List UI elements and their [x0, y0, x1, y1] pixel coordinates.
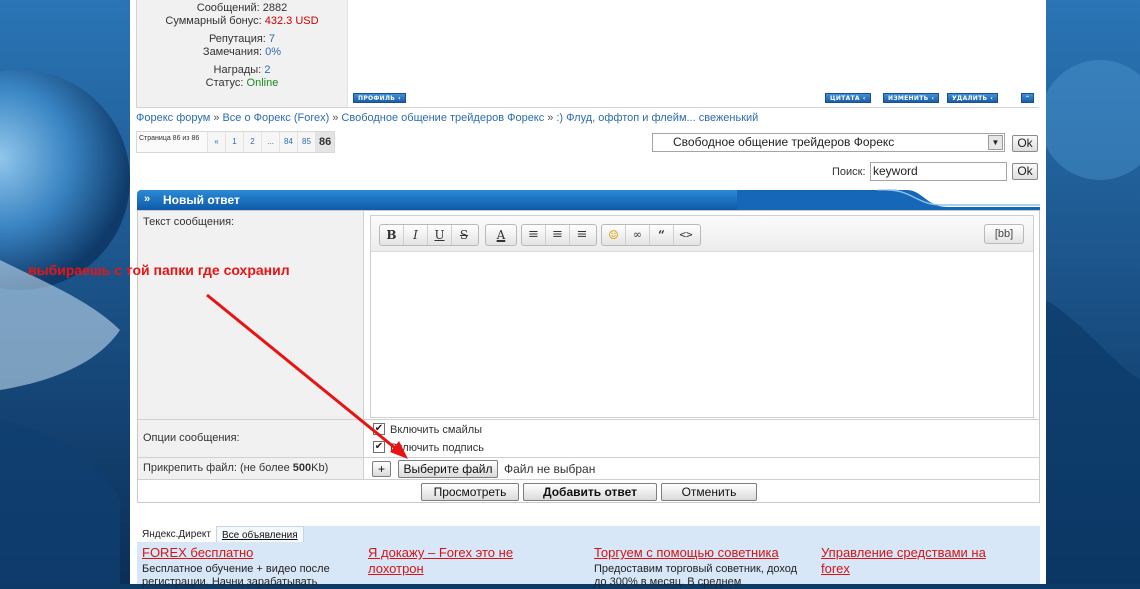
- chevron-down-icon[interactable]: ▼: [988, 135, 1003, 150]
- font-color-icon[interactable]: A: [486, 225, 516, 245]
- scroll-top-icon[interactable]: ⌃: [1021, 93, 1035, 103]
- search-input[interactable]: keyword: [870, 162, 1007, 181]
- awards-line: Награды: 2: [213, 64, 271, 76]
- status-value: Online: [246, 77, 279, 89]
- forum-page: Сообщений: 2882 Суммарный бонус: 432.3 U…: [130, 0, 1046, 588]
- page-current: 86: [315, 132, 335, 152]
- breadcrumb: Форекс форум» Все о Форекс (Forex)» Свобод…: [136, 112, 759, 124]
- quote-button[interactable]: ЦИТАТА ‹: [825, 93, 871, 103]
- delete-button[interactable]: УДАЛИТЬ ‹: [947, 93, 999, 103]
- align-center-icon[interactable]: ≡: [546, 225, 570, 245]
- double-chevron-icon: »: [144, 193, 151, 205]
- breadcrumb-flood-topic[interactable]: :) Флуд, оффтоп и флейм... свеженький: [556, 112, 758, 124]
- messages-count: 2882: [262, 2, 288, 14]
- breadcrumb-free-talk[interactable]: Свободное общение трейдеров Форекс: [341, 112, 544, 124]
- search-label: Поиск:: [832, 166, 866, 178]
- reputation-value[interactable]: 7: [269, 33, 275, 45]
- breadcrumb-about-forex[interactable]: Все о Форекс (Forex): [222, 112, 329, 124]
- link-icon[interactable]: ∞: [626, 225, 650, 245]
- ad-title-link[interactable]: Я докажу – Forex это не лохотрон: [368, 545, 568, 577]
- submit-reply-button[interactable]: Добавить ответ: [523, 483, 657, 501]
- ad-item: FOREX бесплатно Бесплатное обучение + ви…: [142, 545, 357, 589]
- tab-yandex-direct[interactable]: Яндекс.Директ: [137, 526, 216, 542]
- ad-text: Предоставим торговый советник, доход до …: [594, 563, 798, 588]
- ad-item: Я докажу – Forex это не лохотрон: [368, 545, 568, 579]
- tab-all-ads[interactable]: Все объявления: [215, 526, 304, 542]
- ads-tabs: Яндекс.Директ Все объявления: [137, 526, 304, 542]
- message-text-label: Текст сообщения:: [138, 211, 364, 419]
- code-icon[interactable]: <>: [674, 225, 698, 245]
- message-textarea[interactable]: [371, 253, 1033, 417]
- reply-title: Новый ответ: [163, 193, 240, 207]
- align-right-icon[interactable]: ≡: [570, 225, 594, 245]
- breadcrumb-forex-forum[interactable]: Форекс форум: [136, 112, 210, 124]
- post-block: Сообщений: 2882 Суммарный бонус: 432.3 U…: [136, 0, 1039, 108]
- italic-icon[interactable]: I: [404, 225, 428, 245]
- ad-item: Управление средствами на forex: [821, 545, 1011, 579]
- reply-form: Текст сообщения: B I U S A ≡ ≡ ≡ ☺ ∞ “ <…: [137, 210, 1040, 503]
- forum-jump-select[interactable]: Свободное общение трейдеров Форекс ▼: [652, 133, 1005, 152]
- preview-button[interactable]: Просмотреть: [421, 483, 519, 501]
- signature-checkbox[interactable]: ✔: [373, 441, 385, 453]
- annotation-text: выбираешь с той папки где сохранил: [28, 262, 290, 278]
- editor-toolbar: B I U S A ≡ ≡ ≡ ☺ ∞ “ <> [bb]: [371, 216, 1033, 252]
- format-group: B I U S: [379, 224, 479, 246]
- status-line: Статус: Online: [205, 77, 279, 89]
- add-attachment-button[interactable]: +: [372, 461, 391, 477]
- no-file-text: Файл не выбран: [504, 462, 596, 476]
- quote-icon[interactable]: “: [650, 225, 674, 245]
- ad-title-link[interactable]: Управление средствами на forex: [821, 545, 1011, 577]
- signature-checkbox-label: Включить подпись: [390, 442, 484, 454]
- page-84[interactable]: 84: [279, 132, 297, 152]
- yandex-direct-block: Яндекс.Директ Все объявления FOREX беспл…: [137, 526, 1040, 588]
- message-editor: B I U S A ≡ ≡ ≡ ☺ ∞ “ <> [bb]: [370, 215, 1034, 418]
- page-info: Страница 86 из 86: [139, 135, 200, 142]
- bold-icon[interactable]: B: [380, 225, 404, 245]
- ad-item: Торгуем с помощью советника Предоставим …: [594, 545, 809, 589]
- smileys-checkbox[interactable]: ✔: [373, 423, 385, 435]
- cancel-button[interactable]: Отменить: [661, 483, 757, 501]
- message-options-label: Опции сообщения:: [138, 420, 364, 457]
- align-group: ≡ ≡ ≡: [521, 224, 597, 246]
- page-85[interactable]: 85: [297, 132, 315, 152]
- smiley-icon[interactable]: ☺: [602, 225, 626, 245]
- choose-file-button[interactable]: Выберите файл: [398, 460, 498, 478]
- align-left-icon[interactable]: ≡: [522, 225, 546, 245]
- bb-toggle-button[interactable]: [bb]: [984, 224, 1024, 244]
- remarks-value[interactable]: 0%: [265, 46, 281, 58]
- ad-title-link[interactable]: Торгуем с помощью советника: [594, 545, 809, 561]
- pagination: Страница 86 из 86 « 1 2 ... 84 85 86: [136, 131, 336, 153]
- messages-line: Сообщений: 2882: [196, 2, 288, 14]
- bonus-value: 432.3 USD: [264, 15, 319, 27]
- edit-button[interactable]: ИЗМЕНИТЬ ‹: [883, 93, 940, 103]
- remarks-line: Замечания: 0%: [202, 46, 282, 58]
- page-first[interactable]: «: [207, 132, 225, 152]
- color-group: A: [485, 224, 517, 246]
- page-ellipsis[interactable]: ...: [261, 132, 279, 152]
- page-2[interactable]: 2: [243, 132, 261, 152]
- forum-jump-ok-button[interactable]: Ok: [1012, 135, 1038, 152]
- smileys-checkbox-label: Включить смайлы: [390, 424, 483, 436]
- post-content: [347, 0, 1039, 107]
- profile-button[interactable]: ПРОФИЛЬ ‹: [353, 93, 406, 103]
- forum-jump-value: Свободное общение трейдеров Форекс: [673, 135, 895, 149]
- attach-file-label: Прикрепить файл: (не более 500Kb): [138, 458, 364, 479]
- ad-text: Бесплатное обучение + видео после регист…: [142, 563, 330, 588]
- reputation-line: Репутация: 7: [208, 33, 276, 45]
- awards-value[interactable]: 2: [264, 64, 270, 76]
- reply-header: » Новый ответ: [137, 187, 1040, 210]
- insert-group: ☺ ∞ “ <>: [601, 224, 701, 246]
- strikethrough-icon[interactable]: S: [452, 225, 476, 245]
- search-ok-button[interactable]: Ok: [1012, 163, 1038, 180]
- header-decoration: [737, 189, 1040, 210]
- underline-icon[interactable]: U: [428, 225, 452, 245]
- ad-title-link[interactable]: FOREX бесплатно: [142, 545, 357, 561]
- bonus-line: Суммарный бонус: 432.3 USD: [165, 15, 319, 27]
- user-info-panel: Сообщений: 2882 Суммарный бонус: 432.3 U…: [137, 0, 347, 107]
- page-1[interactable]: 1: [225, 132, 243, 152]
